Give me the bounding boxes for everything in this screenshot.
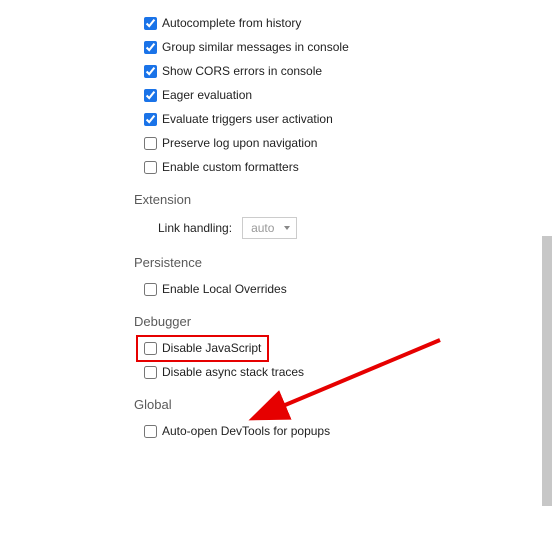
option-label: Show CORS errors in console	[162, 65, 322, 77]
option-label: Preserve log upon navigation	[162, 137, 317, 149]
checkbox[interactable]	[144, 283, 157, 296]
highlight-box: Disable JavaScript	[136, 335, 269, 362]
checkbox[interactable]	[144, 342, 157, 355]
checkbox[interactable]	[144, 17, 157, 30]
checkbox[interactable]	[144, 65, 157, 78]
link-handling-row: Link handling: auto	[158, 217, 554, 239]
checkbox[interactable]	[144, 89, 157, 102]
option-label: Auto-open DevTools for popups	[162, 425, 330, 437]
select-value: auto	[251, 221, 274, 235]
option-show-cors-errors[interactable]: Show CORS errors in console	[140, 62, 554, 80]
option-auto-open-devtools[interactable]: Auto-open DevTools for popups	[140, 422, 554, 440]
checkbox[interactable]	[144, 161, 157, 174]
option-label: Enable custom formatters	[162, 161, 299, 173]
option-label: Disable async stack traces	[162, 366, 304, 378]
link-handling-select[interactable]: auto	[242, 217, 297, 239]
option-enable-local-overrides[interactable]: Enable Local Overrides	[140, 280, 554, 298]
section-title-extension: Extension	[134, 192, 554, 207]
option-eager-evaluation[interactable]: Eager evaluation	[140, 86, 554, 104]
option-autocomplete-from-history[interactable]: Autocomplete from history	[140, 14, 554, 32]
option-group-similar-messages[interactable]: Group similar messages in console	[140, 38, 554, 56]
scrollbar-thumb[interactable]	[542, 236, 552, 506]
option-label: Enable Local Overrides	[162, 283, 287, 295]
checkbox[interactable]	[144, 366, 157, 379]
option-disable-javascript[interactable]: Disable JavaScript	[140, 339, 554, 357]
section-title-global: Global	[134, 397, 554, 412]
option-enable-custom-formatters[interactable]: Enable custom formatters	[140, 158, 554, 176]
option-preserve-log[interactable]: Preserve log upon navigation	[140, 134, 554, 152]
option-label: Evaluate triggers user activation	[162, 113, 333, 125]
section-title-debugger: Debugger	[134, 314, 554, 329]
settings-panel: Autocomplete from history Group similar …	[0, 0, 554, 440]
checkbox[interactable]	[144, 113, 157, 126]
option-label: Group similar messages in console	[162, 41, 349, 53]
section-title-persistence: Persistence	[134, 255, 554, 270]
option-disable-async-stack-traces[interactable]: Disable async stack traces	[140, 363, 554, 381]
option-label: Disable JavaScript	[162, 342, 261, 354]
checkbox[interactable]	[144, 41, 157, 54]
option-label: Eager evaluation	[162, 89, 252, 101]
chevron-down-icon	[284, 226, 290, 230]
option-evaluate-triggers-user-activation[interactable]: Evaluate triggers user activation	[140, 110, 554, 128]
checkbox[interactable]	[144, 137, 157, 150]
option-label: Autocomplete from history	[162, 17, 301, 29]
checkbox[interactable]	[144, 425, 157, 438]
link-handling-label: Link handling:	[158, 221, 232, 235]
